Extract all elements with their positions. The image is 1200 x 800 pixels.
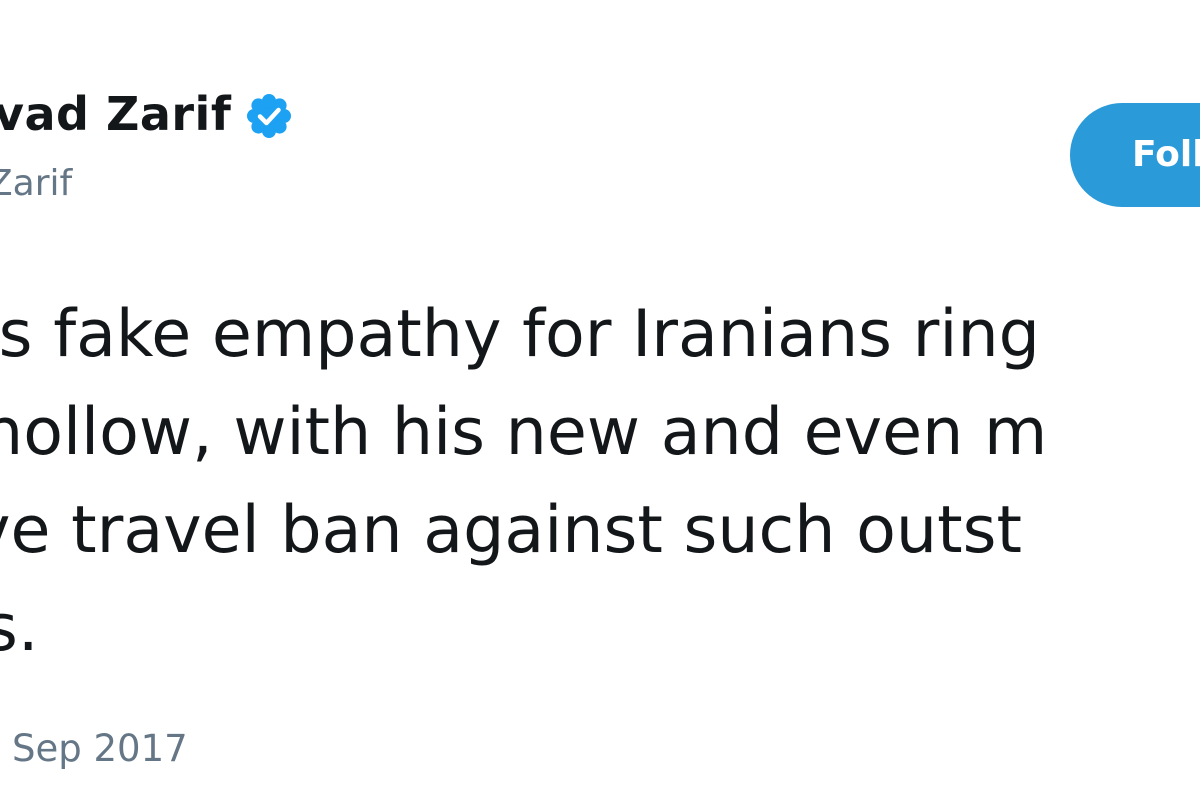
tweet-text-line: ’s fake empathy for Iranians ring: [0, 297, 1040, 372]
author-handle[interactable]: Zarif: [0, 160, 72, 208]
tweet-timestamp[interactable]: Sep 2017: [12, 722, 188, 776]
tweet-text-line: s.: [0, 591, 39, 666]
tweet-text: ’s fake empathy for Iranians ring hollow…: [0, 286, 1200, 678]
follow-button[interactable]: Foll: [1070, 103, 1200, 207]
verified-badge-icon: [245, 92, 293, 140]
author-display-name[interactable]: vad Zarif: [0, 86, 231, 142]
tweet-text-line: hollow, with his new and even m: [0, 395, 1048, 470]
tweet-text-line: ve travel ban against such outst: [0, 493, 1022, 568]
tweet-card: vad Zarif Zarif Foll ’s fake empathy for…: [0, 0, 1200, 800]
author-name-row: vad Zarif: [0, 86, 293, 142]
